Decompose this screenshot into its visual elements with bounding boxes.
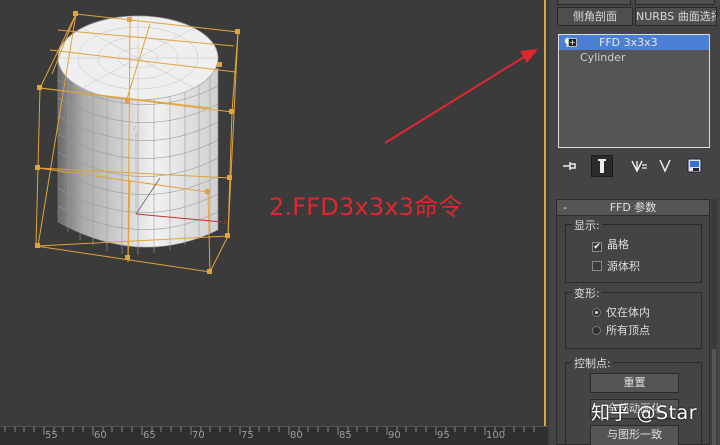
all-vertices-radio[interactable]: 所有顶点 — [592, 324, 650, 338]
collapse-icon[interactable]: - — [563, 200, 567, 215]
timeline-tick-label: 80 — [290, 430, 303, 441]
stack-item-ffd-3x3x3[interactable]: + FFD 3x3x3 — [559, 35, 709, 50]
timeline-tick-label: 100 — [486, 430, 506, 441]
deform-group: 变形: 仅在体内 所有顶点 — [565, 285, 702, 349]
remove-modifier-icon[interactable] — [654, 155, 676, 177]
only-in-volume-label: 仅在体内 — [606, 306, 650, 319]
display-group: 显示: ✔ 晶格 源体积 — [565, 217, 702, 283]
only-in-volume-radio[interactable]: 仅在体内 — [592, 306, 650, 320]
timeline-tick-label: 55 — [45, 430, 58, 441]
lattice-label: 晶格 — [607, 238, 629, 251]
make-unique-icon[interactable] — [628, 155, 650, 177]
panel-scrollbar[interactable] — [711, 199, 717, 445]
radio-unselected-icon[interactable] — [592, 326, 601, 335]
rollout-title: FFD 参数 — [609, 201, 657, 214]
conform-to-shape-button[interactable]: 与图形一致 — [590, 425, 679, 445]
pin-stack-icon[interactable] — [558, 155, 580, 177]
panel-scroll-thumb[interactable] — [712, 349, 716, 445]
display-group-title: 显示: — [572, 217, 602, 233]
deform-group-title: 变形: — [572, 285, 602, 301]
timeline-tick-label: 85 — [339, 430, 352, 441]
source-volume-checkbox[interactable]: 源体积 — [592, 260, 640, 274]
radio-selected-icon[interactable] — [592, 308, 601, 317]
timeline-ruler[interactable]: 55 60 65 70 75 80 85 90 95 100 — [0, 426, 548, 445]
modifier-shortcut-buttons: 侧角剖面 NURBS 曲面选择 — [555, 0, 717, 28]
stack-item-label: Cylinder — [580, 51, 626, 64]
svg-text:x: x — [223, 218, 227, 226]
modifier-stack-list[interactable]: + FFD 3x3x3 Cylinder — [558, 34, 710, 148]
timeline-tick-label: 65 — [143, 430, 156, 441]
hidden-top-button-right[interactable] — [635, 0, 715, 5]
perspective-viewport[interactable]: z x 2.FFD3x3x3命令 — [0, 0, 545, 425]
reset-button[interactable]: 重置 — [590, 373, 679, 393]
expand-plus-icon[interactable]: + — [568, 38, 577, 47]
stack-toolbar — [558, 155, 710, 177]
rollout-header[interactable]: - FFD 参数 — [557, 200, 709, 216]
configure-sets-icon[interactable] — [684, 155, 706, 177]
stack-item-cylinder[interactable]: Cylinder — [559, 50, 709, 65]
all-vertices-label: 所有顶点 — [606, 324, 650, 337]
timeline-tick-label: 60 — [94, 430, 107, 441]
timeline-tick-label: 70 — [192, 430, 205, 441]
stack-item-label: FFD 3x3x3 — [599, 36, 658, 49]
svg-text:z: z — [133, 124, 137, 132]
watermark-text: 知乎 @Star — [591, 402, 698, 424]
source-volume-label: 源体积 — [607, 260, 640, 273]
timeline-tick-label: 90 — [388, 430, 401, 441]
control-points-group-title: 控制点: — [572, 355, 613, 371]
show-end-result-icon[interactable] — [591, 155, 613, 177]
annotation-text: 2.FFD3x3x3命令 — [269, 193, 463, 221]
timeline-ticks — [4, 427, 535, 435]
timeline-tick-label: 75 — [241, 430, 254, 441]
hidden-top-button-left[interactable] — [557, 0, 631, 5]
nurbs-surface-select-button[interactable]: NURBS 曲面选择 — [635, 7, 717, 26]
lattice-checkbox[interactable]: ✔ 晶格 — [592, 238, 629, 252]
checkbox-checked[interactable]: ✔ — [592, 242, 602, 252]
annotation-arrow — [384, 49, 538, 144]
checkbox-unchecked[interactable] — [592, 261, 602, 271]
bevel-profile-button[interactable]: 侧角剖面 — [557, 7, 633, 26]
timeline-tick-label: 95 — [437, 430, 450, 441]
